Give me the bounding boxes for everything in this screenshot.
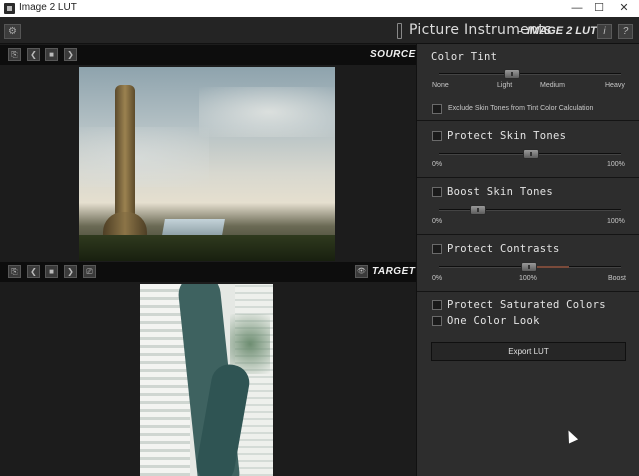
window-titlebar: Image 2 LUT — ☐ ✕ [0, 0, 639, 17]
protect-skin-max: 100% [607, 161, 625, 168]
exclude-skin-label: Exclude Skin Tones from Tint Color Calcu… [448, 105, 594, 112]
source-next-icon[interactable]: ❯ [64, 48, 77, 61]
tint-tick-light: Light [497, 82, 513, 89]
protect-contrasts-checkbox[interactable] [432, 244, 442, 254]
target-prev-icon[interactable]: ❮ [27, 265, 40, 278]
protect-skin-title: Protect Skin Tones [447, 130, 567, 142]
boost-skin-max: 100% [607, 218, 625, 225]
info-button[interactable]: i [597, 24, 612, 39]
app-icon [4, 3, 15, 14]
close-button[interactable]: ✕ [612, 0, 636, 17]
source-label: SOURCE [370, 49, 416, 60]
boost-skin-section: Boost Skin Tones 0% 100% [417, 178, 639, 235]
boost-skin-slider-thumb[interactable] [470, 205, 486, 215]
target-image [140, 284, 273, 476]
color-tint-slider-thumb[interactable] [504, 69, 520, 79]
boost-skin-checkbox[interactable] [432, 187, 442, 197]
source-prev-icon[interactable]: ❮ [27, 48, 40, 61]
settings-gear-icon[interactable]: ⚙ [4, 24, 21, 39]
target-next-icon[interactable]: ❯ [64, 265, 77, 278]
product-name: IMAGE 2 LUT [527, 25, 597, 37]
color-tint-slider[interactable] [439, 73, 621, 75]
window-title: Image 2 LUT [19, 2, 77, 13]
maximize-button[interactable]: ☐ [587, 0, 611, 17]
protect-skin-section: Protect Skin Tones 0% 100% [417, 121, 639, 178]
protect-contrasts-max: Boost [608, 275, 626, 282]
protect-contrasts-title: Protect Contrasts [447, 243, 560, 255]
one-color-look-title: One Color Look [447, 315, 540, 327]
help-button[interactable]: ? [618, 24, 633, 39]
protect-contrasts-section: Protect Contrasts 0% 100% Boost [417, 235, 639, 292]
tint-tick-medium: Medium [540, 82, 565, 89]
source-folder-icon[interactable]: ■ [45, 48, 58, 61]
protect-contrasts-min: 0% [432, 275, 443, 282]
one-color-look-checkbox[interactable] [432, 316, 442, 326]
source-image [79, 67, 335, 261]
source-copy-icon[interactable]: ⎘ [8, 48, 21, 61]
protect-skin-checkbox[interactable] [432, 131, 442, 141]
minimize-button[interactable]: — [565, 0, 589, 17]
protect-saturated-checkbox[interactable] [432, 300, 442, 310]
target-label: TARGET [372, 266, 416, 277]
boost-skin-title: Boost Skin Tones [447, 186, 553, 198]
protect-saturated-title: Protect Saturated Colors [447, 299, 606, 311]
eye-icon[interactable]: 👁 [355, 265, 368, 278]
target-folder-icon[interactable]: ■ [45, 265, 58, 278]
target-copy-icon[interactable]: ⎘ [8, 265, 21, 278]
protect-skin-slider-thumb[interactable] [523, 149, 539, 159]
source-toolbar: ⎘ ❮ ■ ❯ SOURCE [0, 45, 416, 65]
boost-skin-min: 0% [432, 218, 443, 225]
color-tint-section: Color Tint None Light Medium Heavy Exclu… [417, 44, 639, 121]
settings-panel: Color Tint None Light Medium Heavy Exclu… [416, 44, 639, 476]
protect-contrasts-mid: 100% [519, 275, 537, 282]
protect-skin-min: 0% [432, 161, 443, 168]
brand-separator: - [518, 23, 523, 38]
target-save-icon[interactable]: ⎚ [83, 265, 96, 278]
tint-tick-heavy: Heavy [605, 82, 625, 89]
exclude-skin-checkbox[interactable] [432, 104, 442, 114]
tint-tick-none: None [432, 82, 449, 89]
target-toolbar: ⎘ ❮ ■ ❯ ⎚ 👁 TARGET [0, 262, 416, 282]
protect-contrasts-slider-thumb[interactable] [521, 262, 537, 272]
boost-skin-slider[interactable] [439, 209, 621, 211]
export-lut-button[interactable]: Export LUT [431, 342, 626, 361]
app-header: ⚙ Picture Instruments - IMAGE 2 LUT i ? [0, 17, 639, 44]
color-tint-title: Color Tint [431, 51, 498, 63]
brand-logo-icon [397, 23, 402, 39]
